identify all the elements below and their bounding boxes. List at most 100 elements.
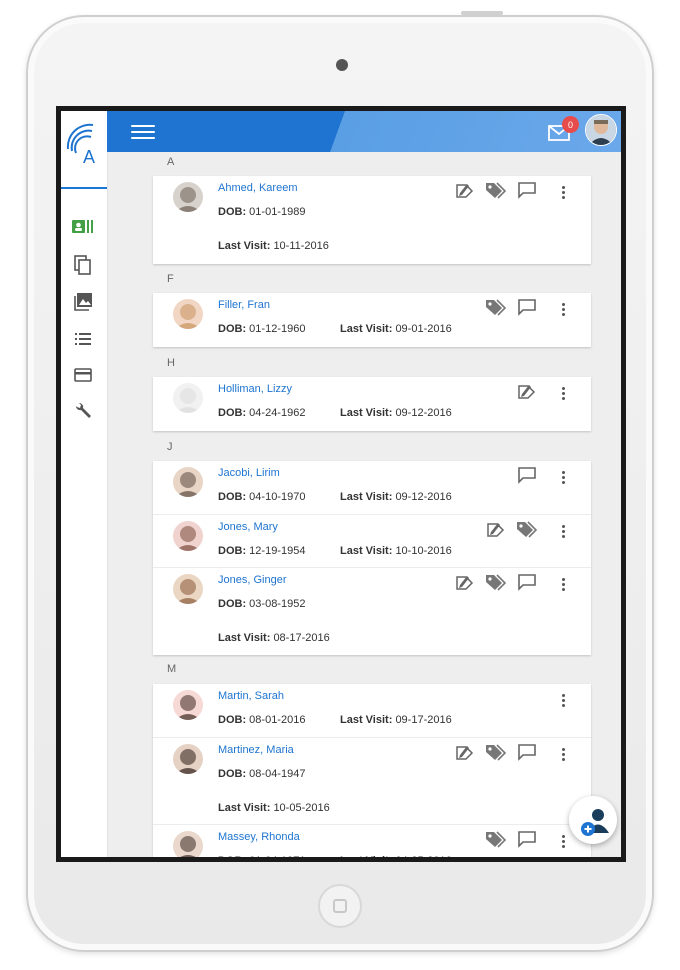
section-letter: H [167, 357, 175, 369]
patient-avatar[interactable] [173, 467, 203, 497]
patient-avatar[interactable] [173, 831, 203, 857]
sidebar-item-billing[interactable] [71, 363, 95, 387]
patient-name-link[interactable]: Jones, Ginger [218, 574, 286, 586]
patient-avatar[interactable] [173, 299, 203, 329]
comment-button[interactable] [516, 830, 538, 853]
more-options-icon[interactable] [555, 574, 571, 594]
patient-last-visit: Last Visit: 10-10-2016 [340, 545, 452, 557]
last-visit-label: Last Visit: [340, 491, 393, 503]
patient-row[interactable]: Martinez, Maria DOB: 08-04-1947 Last Visit… [153, 737, 591, 825]
patient-row[interactable]: Jones, Ginger DOB: 03-08-1952 Last Visit: … [153, 567, 591, 656]
patient-dob: DOB: 04-10-1970 [218, 491, 305, 503]
dob-label: DOB: [218, 545, 247, 557]
patient-last-visit: Last Visit: 10-05-2016 [218, 802, 330, 814]
comment-button[interactable] [516, 298, 538, 321]
user-avatar[interactable] [585, 114, 617, 146]
patient-name-link[interactable]: Jacobi, Lirim [218, 467, 280, 479]
screen: A 0 A Ahmed, Kareem DOB: 01-01-1989 Last… [56, 106, 626, 862]
comment-button[interactable] [516, 743, 538, 764]
sidebar: A [61, 111, 108, 857]
patient-avatar[interactable] [173, 690, 203, 720]
patient-row[interactable]: Jones, Mary DOB: 12-19-1954 Last Visit: 10… [153, 514, 591, 568]
patient-name-link[interactable]: Martin, Sarah [218, 690, 284, 702]
tags-button[interactable] [485, 181, 507, 202]
edit-tag-button[interactable] [516, 383, 538, 403]
patient-avatar[interactable] [173, 182, 203, 212]
home-button[interactable] [318, 884, 362, 928]
section-letter: M [167, 663, 177, 675]
copy-icon [74, 255, 91, 275]
comment-button[interactable] [516, 466, 538, 489]
sidebar-item-documents[interactable] [71, 253, 95, 277]
tags-icon [485, 830, 507, 853]
patient-avatar[interactable] [173, 521, 203, 551]
patient-dob: DOB: 01-01-1989 [218, 206, 305, 218]
last-visit-label: Last Visit: [340, 323, 393, 335]
last-visit-value: 10-10-2016 [395, 545, 452, 557]
patient-avatar[interactable] [173, 744, 203, 774]
patient-dob: DOB: 08-01-2016 [218, 714, 305, 726]
credit-card-icon [74, 368, 92, 382]
patient-name-link[interactable]: Holliman, Lizzy [218, 383, 292, 395]
patient-row[interactable]: Jacobi, Lirim DOB: 04-10-1970 Last Visit: … [153, 461, 591, 514]
edit-tag-button[interactable] [454, 744, 476, 764]
patient-row[interactable]: Ahmed, Kareem DOB: 01-01-1989 Last Visit: … [153, 176, 591, 264]
patient-name-link[interactable]: Massey, Rhonda [218, 831, 300, 843]
section-letter: F [167, 273, 174, 285]
tags-button[interactable] [516, 520, 538, 541]
patient-name-link[interactable]: Martinez, Maria [218, 744, 294, 756]
patient-name-link[interactable]: Ahmed, Kareem [218, 182, 297, 194]
patient-avatar[interactable] [173, 383, 203, 413]
section-letter: A [167, 156, 175, 168]
sidebar-item-list[interactable] [71, 327, 95, 351]
last-visit-value: 04-25-2016 [395, 855, 451, 857]
dob-label: DOB: [218, 491, 247, 503]
more-options-icon[interactable] [555, 467, 571, 487]
sidebar-item-gallery[interactable] [71, 290, 95, 314]
patient-group-card: Filler, Fran DOB: 01-12-1960 Last Visit: 0… [153, 293, 591, 347]
last-visit-label: Last Visit: [218, 802, 271, 814]
last-visit-label: Last Visit: [218, 240, 271, 252]
comment-icon [517, 573, 537, 596]
patient-row[interactable]: Filler, Fran DOB: 01-12-1960 Last Visit: 0… [153, 293, 591, 347]
edit-tag-button[interactable] [454, 574, 476, 594]
more-options-icon[interactable] [555, 383, 571, 403]
tags-button[interactable] [485, 573, 507, 594]
tags-button[interactable] [485, 830, 507, 853]
more-options-icon[interactable] [555, 521, 571, 541]
last-visit-value: 09-12-2016 [395, 407, 452, 419]
patient-name-link[interactable]: Jones, Mary [218, 521, 278, 533]
comment-icon [517, 830, 537, 853]
patient-row[interactable]: Holliman, Lizzy DOB: 04-24-1962 Last Visit… [153, 377, 591, 431]
more-options-icon[interactable] [555, 299, 571, 319]
dob-value: 04-24-1962 [249, 407, 306, 419]
comment-button[interactable] [516, 573, 538, 596]
patient-row[interactable]: Martin, Sarah DOB: 08-01-2016 Last Visit: … [153, 684, 591, 737]
edit-tag-icon [455, 743, 475, 766]
patient-row[interactable]: Massey, Rhonda DOB: 01-04-1971 Last Visit:… [153, 824, 591, 857]
hamburger-icon[interactable] [131, 125, 155, 140]
comment-icon [517, 466, 537, 489]
dob-value: 08-04-1947 [249, 768, 306, 780]
patient-last-visit: Last Visit: 09-01-2016 [340, 323, 452, 335]
patient-last-visit: Last Visit: 09-17-2016 [340, 714, 452, 726]
more-options-icon[interactable] [555, 690, 571, 710]
sidebar-item-settings[interactable] [71, 399, 95, 423]
patient-dob: DOB: 08-04-1947 [218, 768, 305, 780]
patient-group-card: Ahmed, Kareem DOB: 01-01-1989 Last Visit: … [153, 176, 591, 264]
patient-avatar[interactable] [173, 574, 203, 604]
sidebar-item-contacts[interactable] [71, 215, 95, 239]
more-options-icon[interactable] [555, 182, 571, 202]
camera-icon [336, 59, 348, 71]
tags-button[interactable] [485, 298, 507, 319]
patient-group-card: Martin, Sarah DOB: 08-01-2016 Last Visit: … [153, 684, 591, 857]
more-options-icon[interactable] [555, 744, 571, 764]
edit-tag-button[interactable] [454, 182, 476, 202]
last-visit-value: 10-05-2016 [273, 802, 330, 814]
add-patient-button[interactable] [569, 796, 617, 844]
comment-button[interactable] [516, 181, 538, 202]
patient-name-link[interactable]: Filler, Fran [218, 299, 270, 311]
tags-button[interactable] [485, 743, 507, 764]
comment-icon [517, 298, 537, 321]
edit-tag-button[interactable] [485, 521, 507, 541]
